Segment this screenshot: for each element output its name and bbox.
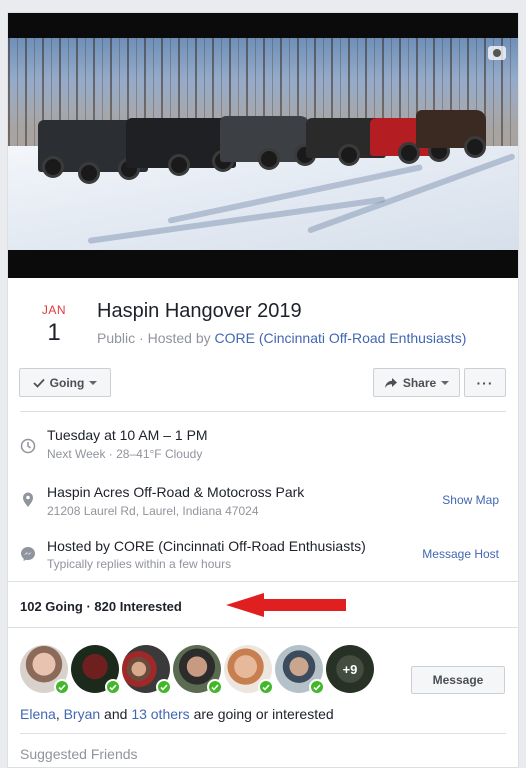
cover-image — [8, 38, 518, 250]
going-button[interactable]: Going — [19, 368, 111, 397]
messenger-icon — [20, 546, 36, 562]
message-button[interactable]: Message — [411, 666, 505, 694]
event-title: Haspin Hangover 2019 — [97, 300, 302, 322]
share-arrow-icon — [384, 377, 397, 388]
event-time[interactable]: Tuesday at 10 AM – 1 PM — [47, 427, 208, 443]
camera-icon[interactable] — [488, 46, 506, 60]
going-check-icon — [309, 679, 325, 695]
going-check-icon — [258, 679, 274, 695]
hosted-by-prefix: · Hosted by — [135, 330, 215, 346]
friend-link-elena[interactable]: Elena — [20, 706, 56, 722]
clock-icon — [20, 438, 36, 454]
going-check-icon — [54, 679, 70, 695]
going-button-label: Going — [49, 375, 85, 390]
map-pin-icon — [20, 492, 36, 508]
friend-link-bryan[interactable]: Bryan — [64, 706, 101, 722]
more-options-button[interactable]: ··· — [464, 368, 506, 397]
event-date-month: JAN — [41, 303, 67, 317]
divider — [20, 411, 506, 412]
checkmark-icon — [33, 378, 45, 388]
going-check-icon — [156, 679, 172, 695]
event-cover-photo[interactable] — [8, 13, 518, 278]
attendee-avatar[interactable] — [173, 645, 223, 695]
others-link[interactable]: 13 others — [131, 706, 189, 722]
attendee-avatar[interactable] — [275, 645, 325, 695]
divider — [20, 733, 506, 734]
attendee-avatar[interactable] — [20, 645, 70, 695]
chevron-down-icon — [89, 380, 98, 385]
going-check-icon — [207, 679, 223, 695]
friends-going-summary: Elena, Bryan and 13 others are going or … — [20, 706, 334, 722]
event-date-box: JAN 1 — [34, 303, 74, 347]
and-text: and — [100, 706, 132, 722]
event-subtitle: Public · Hosted by CORE (Cincinnati Off-… — [97, 330, 466, 346]
chevron-down-icon — [441, 380, 450, 385]
annotation-arrow-icon — [226, 593, 346, 617]
suggested-friends-heading: Suggested Friends — [20, 746, 138, 762]
attendee-avatar[interactable] — [224, 645, 274, 695]
going-check-icon — [105, 679, 121, 695]
event-date-day: 1 — [47, 319, 61, 346]
share-button-label: Share — [402, 375, 437, 390]
event-privacy: Public — [97, 330, 136, 346]
divider — [8, 627, 518, 628]
attendee-avatar[interactable] — [71, 645, 121, 695]
event-card: JAN 1 Haspin Hangover 2019 Public · Host… — [7, 12, 519, 768]
host-response-time: Typically replies within a few hours — [47, 557, 232, 571]
event-address: 21208 Laurel Rd, Laurel, Indiana 47024 — [47, 504, 259, 518]
host-link[interactable]: CORE (Cincinnati Off-Road Enthusiasts) — [215, 330, 467, 346]
event-host[interactable]: Hosted by CORE (Cincinnati Off-Road Enth… — [47, 538, 366, 554]
more-attendees-count: +9 — [342, 661, 358, 677]
show-map-link[interactable]: Show Map — [442, 493, 499, 507]
attendee-avatar[interactable] — [122, 645, 172, 695]
more-attendees-avatar[interactable]: +9 — [326, 645, 374, 693]
divider — [8, 581, 518, 582]
event-location[interactable]: Haspin Acres Off-Road & Motocross Park — [47, 484, 304, 500]
separator-text: , — [55, 706, 64, 722]
going-suffix-text: are going or interested — [189, 706, 334, 722]
message-host-link[interactable]: Message Host — [422, 547, 499, 561]
event-time-details: Next Week · 28–41°F Cloudy — [47, 447, 203, 461]
message-button-label: Message — [432, 673, 484, 687]
attendance-stats[interactable]: 102 Going · 820 Interested — [20, 599, 182, 614]
share-button[interactable]: Share — [373, 368, 460, 397]
